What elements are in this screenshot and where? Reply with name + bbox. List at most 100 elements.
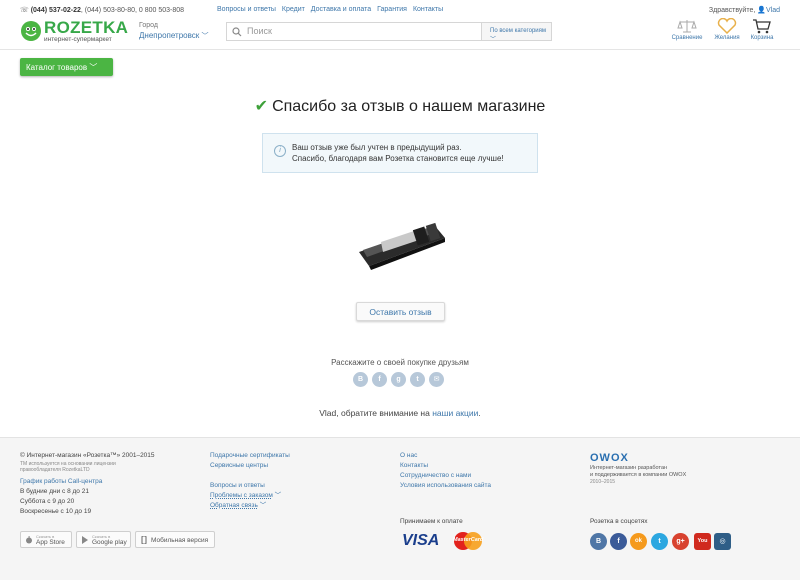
facebook-icon[interactable]: f (610, 533, 627, 550)
social-label: Розетка в соцсетях (590, 518, 648, 525)
catalog-button[interactable]: Каталог товаров ﹀ (20, 58, 113, 76)
nav-delivery[interactable]: Доставка и оплата (311, 6, 371, 13)
owox-years: 2010–2015 (590, 479, 616, 485)
search-category-label: По всем категориям (490, 28, 547, 34)
owox-text-2: и поддерживается в компании OWOX (590, 472, 687, 478)
owox-text-1: Интернет-магазин разработан (590, 465, 668, 471)
site-header: ☏ (044) 537-02-22, (044) 503-80-80, 0 80… (0, 0, 800, 50)
nav-credit[interactable]: Кредит (282, 6, 305, 13)
rozetka-logo[interactable]: ROZETKA интернет-супермаркет (20, 18, 128, 46)
vk-icon[interactable]: В (590, 533, 607, 550)
google-plus-icon[interactable]: g+ (672, 533, 689, 550)
footer-col-services: Подарочные сертификаты Сервисные центры … (210, 451, 370, 511)
youtube-icon[interactable]: You (694, 533, 711, 550)
search-category-select[interactable]: По всем категориям ﹀ (481, 23, 551, 43)
schedule-sunday: Воскресенье с 10 до 19 (20, 508, 92, 515)
nav-contacts[interactable]: Контакты (413, 6, 443, 13)
product-image (359, 222, 445, 270)
footer-col-owox: OWOX Интернет-магазин разработан и подде… (590, 451, 780, 485)
phone-icon (141, 536, 147, 544)
nav-warranty[interactable]: Гарантия (377, 6, 407, 13)
promo-link[interactable]: наши акции (432, 408, 478, 418)
checkmark-icon: ✔ (254, 98, 269, 115)
about-link[interactable]: О нас (400, 451, 570, 461)
city-value: Днепропетровск (139, 31, 200, 40)
payment-label: Принимаем к оплате (400, 518, 463, 525)
mastercard-text: MasterCard (453, 537, 484, 543)
user-greeting: Здравствуйте, 👤Vlad (709, 6, 780, 14)
footer-col-info: © Интернет-магазин «Розетка™» 2001–2015 … (20, 451, 190, 517)
search-icon (232, 27, 242, 37)
wishlist-button[interactable]: Желания (707, 18, 747, 41)
order-problems-label: Проблемы с заказом (210, 492, 273, 499)
city-selector[interactable]: Днепропетровск ﹀ (139, 31, 209, 41)
contacts-link[interactable]: Контакты (400, 461, 570, 471)
user-link[interactable]: Vlad (766, 7, 780, 14)
heart-icon (717, 18, 737, 34)
greeting-text: Здравствуйте, (708, 7, 756, 14)
chevron-down-icon: ﹀ (259, 502, 267, 509)
partnership-link[interactable]: Сотрудничество с нами (400, 471, 570, 481)
apple-icon (26, 536, 32, 544)
visa-logo: VISA (402, 532, 440, 549)
share-label: Расскажите о своей покупке друзьям (331, 358, 469, 367)
user-icon: 👤 (757, 7, 766, 14)
page-title-text: Спасибо за отзыв о нашем магазине (272, 98, 546, 115)
share-icons: B f g t ✉ (352, 372, 448, 388)
mastercard-logo: MasterCard (451, 531, 485, 551)
app-store-label: App Store (36, 539, 65, 546)
chevron-down-icon: ﹀ (274, 492, 282, 499)
promo-suffix: . (478, 408, 481, 418)
compare-button[interactable]: Сравнение (667, 18, 707, 41)
mobile-version-label: Мобильная версия (151, 537, 209, 544)
cart-icon (753, 19, 771, 34)
city-label: Город (139, 22, 158, 29)
phone-other: , (044) 503-80-80, 0 800 503-808 (80, 7, 185, 14)
search-input[interactable]: Поиск (247, 26, 272, 36)
cart-label: Корзина (750, 35, 774, 41)
twitter-icon[interactable]: t (651, 533, 668, 550)
nav-faq[interactable]: Вопросы и ответы (217, 6, 276, 13)
app-store-button[interactable]: Скачать в App Store (20, 531, 72, 548)
mobile-version-button[interactable]: Мобильная версия (135, 531, 215, 548)
top-nav: Вопросы и ответы Кредит Доставка и оплат… (217, 6, 447, 13)
odnoklassniki-icon[interactable]: ok (630, 533, 647, 550)
tm-note-2: правообладателя RozetkaLTD (20, 467, 90, 473)
service-centers-link[interactable]: Сервисные центры (210, 461, 370, 471)
google-play-button[interactable]: Скачать в Google play (76, 531, 131, 548)
feedback-link[interactable]: Обратная связь ﹀ (210, 501, 370, 511)
search-box: Поиск По всем категориям ﹀ (226, 22, 552, 43)
info-icon: i (274, 145, 286, 157)
rozetka-logo-icon (21, 21, 41, 41)
email-icon[interactable]: ✉ (429, 372, 444, 387)
phone-main[interactable]: (044) 537-02-22 (31, 7, 81, 14)
chevron-down-icon: ﹀ (490, 37, 497, 43)
notice-line-2: Спасибо, благодаря вам Розетка становитс… (292, 154, 504, 163)
terms-link[interactable]: Условия использования сайта (400, 481, 570, 491)
info-notice: i Ваш отзыв уже был учтен в предыдущий р… (262, 133, 538, 173)
order-problems-link[interactable]: Проблемы с заказом ﹀ (210, 491, 370, 501)
vk-icon[interactable]: B (353, 372, 368, 387)
google-play-icon (82, 536, 88, 544)
faq-link[interactable]: Вопросы и ответы (210, 481, 370, 491)
owox-logo[interactable]: OWOX (590, 451, 780, 465)
compare-label: Сравнение (671, 35, 703, 41)
promo-text: Vlad, обратите внимание на (319, 408, 433, 418)
facebook-icon[interactable]: f (372, 372, 387, 387)
page-title: ✔ Спасибо за отзыв о нашем магазине (0, 96, 800, 116)
google-play-label: Google play (92, 539, 127, 546)
leave-review-button[interactable]: Оставить отзыв (356, 302, 445, 321)
twitter-icon[interactable]: t (410, 372, 425, 387)
promo-notice: Vlad, обратите внимание на наши акции. (0, 408, 800, 418)
chevron-down-icon: ﹀ (89, 63, 98, 72)
schedule-weekdays: В будние дни с 8 до 21 (20, 488, 89, 495)
callcenter-link[interactable]: График работы Call-центра (20, 477, 190, 487)
catalog-button-label: Каталог товаров (26, 63, 88, 72)
chevron-down-icon: ﹀ (201, 33, 209, 40)
feedback-label: Обратная связь (210, 502, 258, 509)
instagram-icon[interactable]: ◎ (714, 533, 731, 550)
copyright: © Интернет-магазин «Розетка™» 2001–2015 (20, 452, 155, 459)
cart-button[interactable]: Корзина (742, 18, 782, 41)
google-plus-icon[interactable]: g (391, 372, 406, 387)
gift-certificates-link[interactable]: Подарочные сертификаты (210, 451, 370, 461)
